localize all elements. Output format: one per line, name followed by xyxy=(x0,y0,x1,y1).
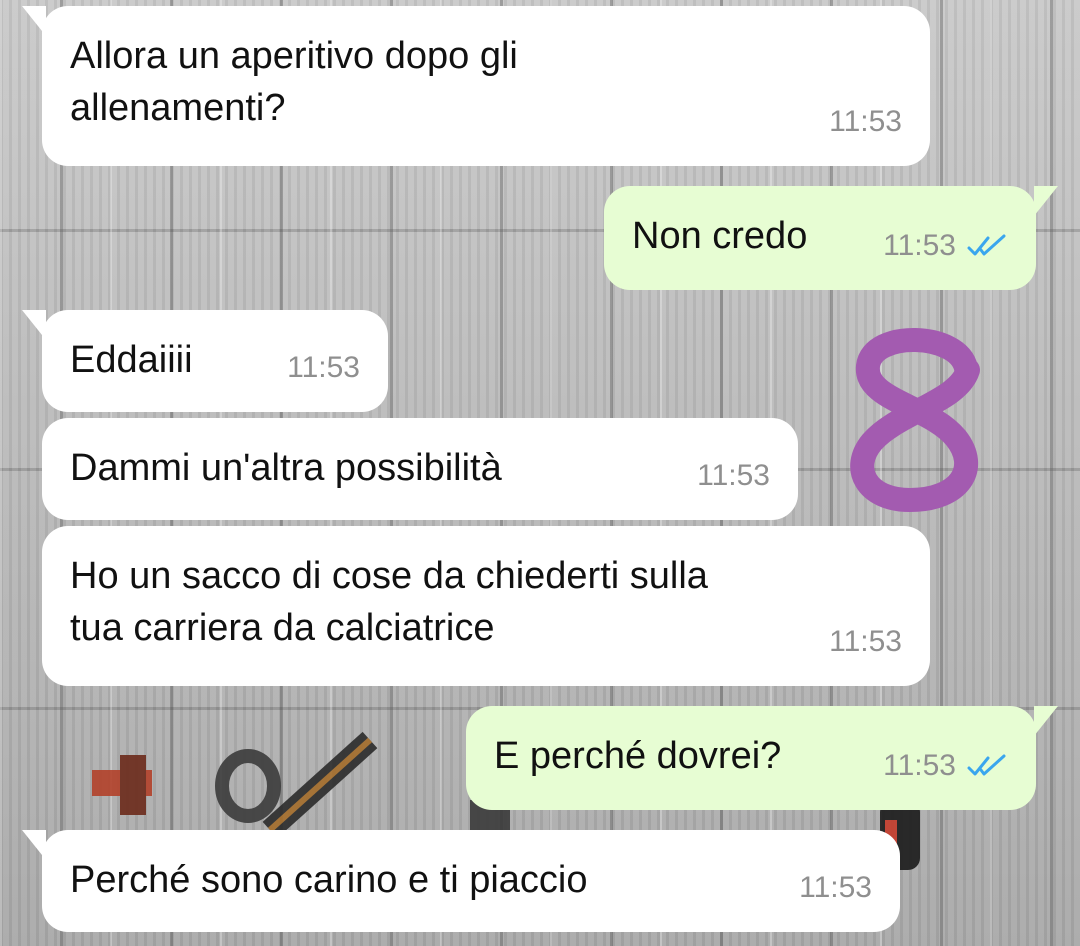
read-receipt-icon xyxy=(967,234,1006,256)
message-meta: 11:53 xyxy=(697,450,770,502)
message-meta: 11:53 xyxy=(883,220,1008,272)
message-meta: 11:53 xyxy=(883,740,1008,792)
message-timestamp: 11:53 xyxy=(883,229,956,262)
message-timestamp: 11:53 xyxy=(287,351,360,384)
message-timestamp: 11:53 xyxy=(829,625,902,658)
chat-message-incoming[interactable]: Perché sono carino e ti piaccio 11:53 xyxy=(22,830,900,932)
message-timestamp: 11:53 xyxy=(883,749,956,782)
message-meta: 11:53 xyxy=(829,96,902,148)
message-meta: 11:53 xyxy=(799,862,872,914)
message-text: Ho un sacco di cose da chiederti sulla t… xyxy=(70,555,708,649)
message-timestamp: 11:53 xyxy=(799,871,872,904)
message-timestamp: 11:53 xyxy=(829,105,902,138)
chat-message-outgoing[interactable]: E perché dovrei? 11:53 xyxy=(466,706,1058,810)
message-meta: 11:53 xyxy=(829,616,902,668)
annotation-eight: 8 xyxy=(850,328,980,512)
chat-message-incoming[interactable]: Allora un aperitivo dopo gli allenamenti… xyxy=(22,6,930,166)
chat-message-incoming[interactable]: Dammi un'altra possibilità 11:53 xyxy=(42,418,798,520)
message-text: Allora un aperitivo dopo gli allenamenti… xyxy=(70,35,518,129)
message-text: Dammi un'altra possibilità xyxy=(70,447,502,489)
message-meta: 11:53 xyxy=(287,342,360,394)
message-text: Perché sono carino e ti piaccio xyxy=(70,859,588,901)
message-timestamp: 11:53 xyxy=(697,459,770,492)
chat-message-incoming[interactable]: Ho un sacco di cose da chiederti sulla t… xyxy=(42,526,930,686)
chat-message-outgoing[interactable]: Non credo 11:53 xyxy=(604,186,1058,290)
read-receipt-icon xyxy=(967,754,1006,776)
chat-message-incoming[interactable]: Eddaiiii 11:53 xyxy=(22,310,388,412)
